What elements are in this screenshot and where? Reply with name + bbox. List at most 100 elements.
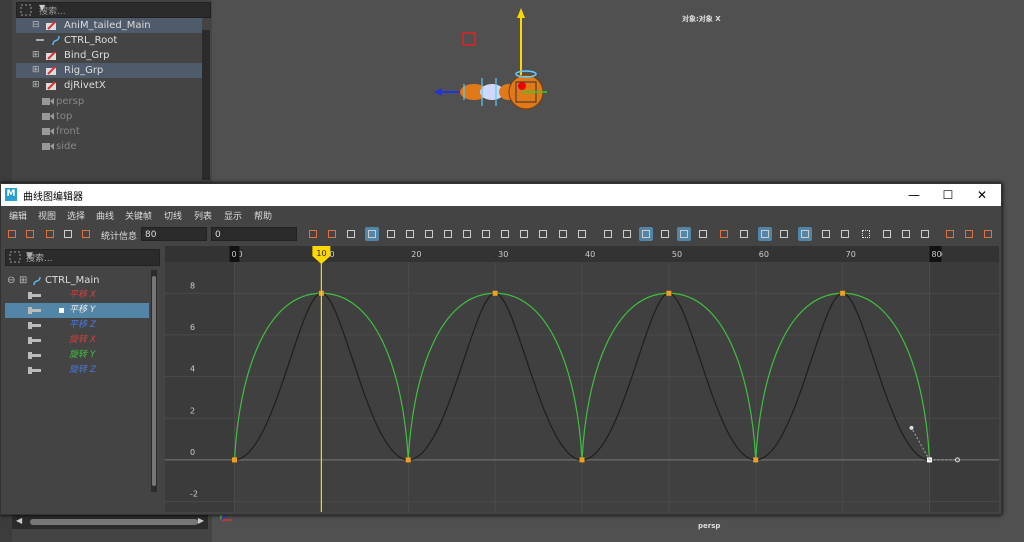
expand-icon[interactable]: ⊞ [19, 273, 27, 288]
auto-tangent-icon[interactable] [365, 227, 379, 241]
maximize-button[interactable]: ☐ [933, 186, 963, 204]
title-bar[interactable]: M 曲线图编辑器 — ☐ ✕ [1, 184, 1001, 206]
stats-field-value[interactable]: 0 [211, 227, 297, 241]
outliner-item[interactable]: persp [16, 94, 202, 109]
expand-icon[interactable]: ⊟ [32, 18, 40, 33]
lock-weight-icon[interactable] [556, 227, 570, 241]
y-tick-label: 2 [190, 406, 195, 415]
auto-frame-icon[interactable] [798, 227, 812, 241]
outliner-scrollbar[interactable] [202, 30, 210, 180]
tangents-display-icon[interactable] [677, 227, 691, 241]
menu-view[interactable]: 视图 [38, 209, 56, 222]
minimize-button[interactable]: — [899, 186, 929, 204]
absolute-view-icon[interactable] [838, 227, 852, 241]
expand-icon[interactable]: ⊞ [32, 63, 40, 78]
menu-help[interactable]: 帮助 [254, 209, 272, 222]
linear-tangent-icon[interactable] [422, 227, 436, 241]
insert-key-tool-icon[interactable] [23, 227, 37, 241]
menu-keys[interactable]: 关键帧 [125, 209, 152, 222]
normalize-icon[interactable] [658, 227, 672, 241]
menu-list[interactable]: 列表 [194, 209, 212, 222]
rig-model[interactable] [212, 0, 1024, 183]
outliner-item[interactable]: ⊞ djRivetX [16, 78, 202, 93]
chevron-down-icon[interactable]: ▼ [26, 251, 155, 261]
chevron-down-icon[interactable]: ▼ [39, 3, 207, 12]
menu-edit[interactable]: 编辑 [9, 209, 27, 222]
outliner-horizontal-scrollbar[interactable]: ◀ ▶ [12, 515, 208, 529]
buffer-snapshot-icon[interactable] [758, 227, 772, 241]
channel-row[interactable]: 平移 Z [5, 318, 149, 333]
channel-row[interactable]: 旋转 X [5, 333, 149, 348]
snap-keys-icon[interactable] [601, 227, 615, 241]
camera-sequencer-icon[interactable] [981, 227, 995, 241]
keyframe[interactable] [232, 457, 237, 463]
expand-icon[interactable]: ⊞ [32, 48, 40, 63]
delete-keys-icon[interactable] [620, 227, 634, 241]
channel-search-input[interactable]: 搜索... ▼ [5, 249, 160, 266]
retime-tool-icon[interactable] [79, 227, 93, 241]
outliner-item[interactable]: front [16, 124, 202, 139]
stacked-view-icon[interactable] [819, 227, 833, 241]
outliner-item[interactable]: top [16, 109, 202, 124]
clamped-tangent-icon[interactable] [403, 227, 417, 241]
curve-graph[interactable]: 01020304050607080-20246808010 [165, 246, 999, 512]
infinity-icon[interactable] [880, 227, 894, 241]
expand-icon[interactable]: ⊞ [32, 78, 40, 93]
object-row[interactable]: ⊖ ⊞ CTRL_Main [5, 273, 149, 288]
stats-field-time[interactable]: 80 [141, 227, 207, 241]
step-tangent-icon[interactable] [460, 227, 474, 241]
group-icon [46, 81, 56, 90]
menu-select[interactable]: 选择 [67, 209, 85, 222]
collapse-icon[interactable]: ⊖ [7, 273, 15, 288]
menu-curves[interactable]: 曲线 [96, 209, 114, 222]
keyframe[interactable] [840, 290, 846, 296]
menu-show[interactable]: 显示 [224, 209, 242, 222]
dope-sheet-icon[interactable] [943, 227, 957, 241]
time-snap-icon[interactable] [717, 227, 731, 241]
magnet-icon[interactable] [777, 227, 791, 241]
plateau-tangent-icon[interactable] [479, 227, 493, 241]
close-button[interactable]: ✕ [967, 186, 997, 204]
move-icon[interactable] [918, 227, 932, 241]
free-weight-icon[interactable] [536, 227, 550, 241]
trax-editor-icon[interactable] [962, 227, 976, 241]
keyframe[interactable] [579, 457, 585, 463]
lattice-tool-icon[interactable] [43, 227, 57, 241]
key-ticks-icon[interactable] [696, 227, 710, 241]
keyframe[interactable] [492, 290, 498, 296]
outliner-item[interactable]: side [16, 139, 202, 154]
frame-all-icon[interactable] [306, 227, 320, 241]
break-tangent-icon[interactable] [498, 227, 512, 241]
arrow-left-icon[interactable]: ◀ [16, 516, 22, 525]
flat-tangent-icon[interactable] [441, 227, 455, 241]
select-curve-icon[interactable] [639, 227, 653, 241]
move-key-tool-icon[interactable] [5, 227, 19, 241]
arrow-right-icon[interactable]: ▶ [198, 516, 204, 525]
channel-row[interactable]: 旋转 Y [5, 348, 149, 363]
menu-tangents[interactable]: 切线 [164, 209, 182, 222]
outliner-item[interactable]: CTRL_Root [16, 33, 202, 48]
outliner-item[interactable]: ⊞ Rig_Grp [16, 63, 202, 78]
unify-tangent-icon[interactable] [517, 227, 531, 241]
graph-editor-window[interactable]: M 曲线图编辑器 — ☐ ✕ 编辑 视图 选择 曲线 关键帧 切线 列表 显示 … [0, 183, 1002, 515]
outliner-item[interactable]: ⊞ Bind_Grp [16, 48, 202, 63]
channel-row[interactable]: 平移 X [5, 288, 149, 303]
pre-infinity-icon[interactable] [899, 227, 913, 241]
keyframe[interactable] [753, 457, 759, 463]
center-current-time-icon[interactable] [344, 227, 358, 241]
channel-row[interactable]: 旋转 Z [5, 363, 149, 378]
spline-tangent-icon[interactable] [384, 227, 398, 241]
buffer-curve-icon[interactable] [575, 227, 589, 241]
frame-playback-icon[interactable] [325, 227, 339, 241]
channel-scrollbar[interactable] [151, 270, 157, 492]
scroll-thumb[interactable] [30, 519, 198, 525]
graph-view[interactable]: 01020304050607080-20246808010 [165, 246, 999, 512]
keyframe[interactable] [666, 290, 672, 296]
keyframe[interactable] [405, 457, 411, 463]
outliner-search-input[interactable]: 搜索... ▼ [16, 2, 211, 18]
region-tool-icon[interactable] [61, 227, 75, 241]
pin-icon[interactable] [859, 227, 873, 241]
outliner-item[interactable]: ⊟ AniM_tailed_Main [16, 18, 202, 33]
channel-row[interactable]: 平移 Y [5, 303, 149, 318]
value-snap-icon[interactable] [737, 227, 751, 241]
